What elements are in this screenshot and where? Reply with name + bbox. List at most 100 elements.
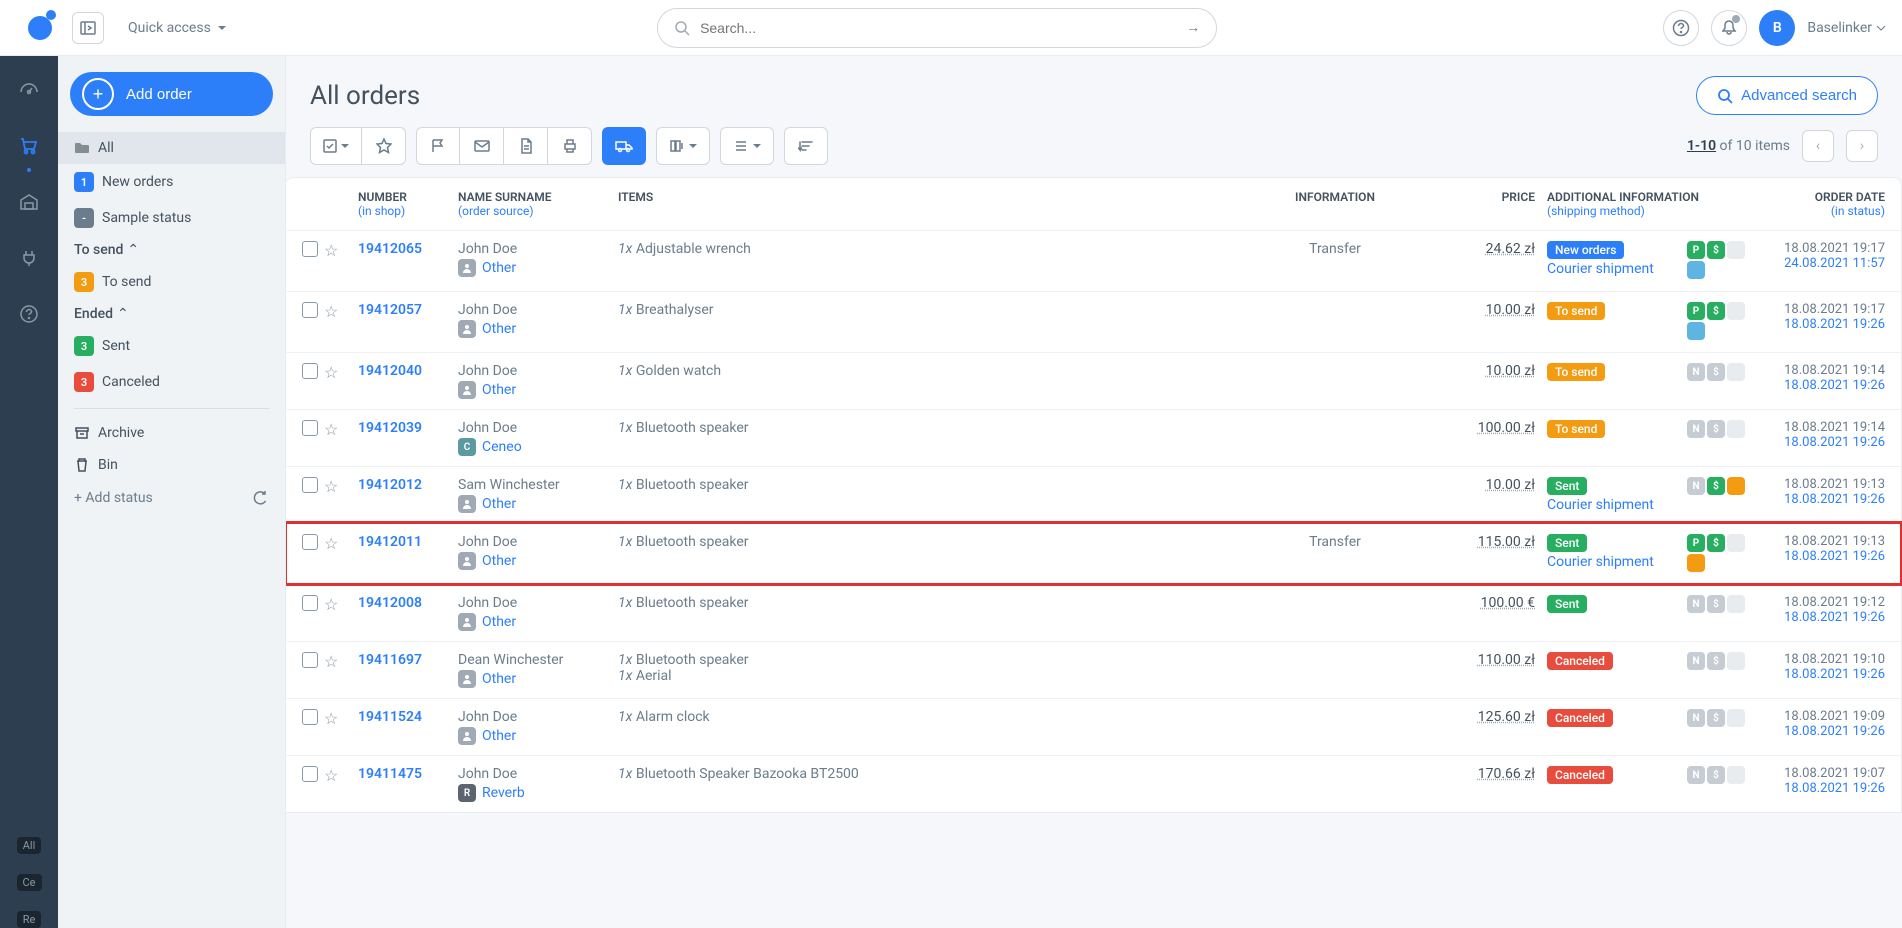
status-pill[interactable]: Sent xyxy=(1547,534,1587,552)
price-value[interactable]: 10.00 zł xyxy=(1486,477,1535,493)
order-number-link[interactable]: 19411475 xyxy=(358,766,422,782)
mail-button[interactable] xyxy=(460,127,504,165)
price-value[interactable]: 24.62 zł xyxy=(1486,241,1535,257)
order-number-link[interactable]: 19412012 xyxy=(358,477,422,493)
status-pill[interactable]: New orders xyxy=(1547,241,1624,259)
status-pill[interactable]: To send xyxy=(1547,302,1605,320)
sidebar-item[interactable]: 1New orders xyxy=(58,164,285,200)
search-box[interactable]: → xyxy=(657,8,1217,48)
table-row[interactable]: ☆ 19412008 John DoeOther 1x Bluetooth sp… xyxy=(286,584,1901,641)
row-star[interactable]: ☆ xyxy=(324,766,338,785)
row-checkbox[interactable] xyxy=(302,709,318,725)
source-link[interactable]: Other xyxy=(482,553,516,569)
source-link[interactable]: Reverb xyxy=(482,785,525,801)
rail-orders[interactable] xyxy=(11,128,47,164)
shipping-link[interactable]: Courier shipment xyxy=(1547,261,1654,277)
row-checkbox[interactable] xyxy=(302,595,318,611)
row-checkbox[interactable] xyxy=(302,534,318,550)
price-value[interactable]: 115.00 zł xyxy=(1478,534,1535,550)
star-button[interactable] xyxy=(362,127,406,165)
rail-help[interactable] xyxy=(11,296,47,332)
row-checkbox[interactable] xyxy=(302,766,318,782)
search-submit-icon[interactable]: → xyxy=(1186,19,1200,36)
row-checkbox[interactable] xyxy=(302,477,318,493)
status-date[interactable]: 18.08.2021 19:26 xyxy=(1745,667,1885,682)
status-pill[interactable]: Canceled xyxy=(1547,709,1613,727)
row-star[interactable]: ☆ xyxy=(324,363,338,382)
source-link[interactable]: Other xyxy=(482,321,516,337)
page-range[interactable]: 1-10 xyxy=(1687,138,1716,154)
status-pill[interactable]: Sent xyxy=(1547,595,1587,613)
order-number-link[interactable]: 19412008 xyxy=(358,595,422,611)
panel-toggle-button[interactable] xyxy=(72,12,104,44)
th-number[interactable]: NUMBER xyxy=(358,190,458,204)
sidebar-archive[interactable]: Archive xyxy=(58,417,285,449)
price-value[interactable]: 100.00 zł xyxy=(1478,420,1535,436)
price-value[interactable]: 125.60 zł xyxy=(1478,709,1535,725)
row-star[interactable]: ☆ xyxy=(324,652,338,671)
select-menu-button[interactable] xyxy=(310,127,362,165)
status-date[interactable]: 18.08.2021 19:26 xyxy=(1745,781,1885,796)
rail-warehouse[interactable] xyxy=(11,184,47,220)
row-star[interactable]: ☆ xyxy=(324,420,338,439)
status-date[interactable]: 18.08.2021 19:26 xyxy=(1745,492,1885,507)
columns-button[interactable] xyxy=(656,127,710,165)
row-checkbox[interactable] xyxy=(302,241,318,257)
flag-button[interactable] xyxy=(416,127,460,165)
order-number-link[interactable]: 19411524 xyxy=(358,709,422,725)
shipping-link[interactable]: Courier shipment xyxy=(1547,554,1654,570)
source-link[interactable]: Other xyxy=(482,671,516,687)
table-wrap[interactable]: NUMBER(in shop) NAME SURNAME(order sourc… xyxy=(286,177,1902,928)
order-number-link[interactable]: 19412039 xyxy=(358,420,422,436)
shipping-link[interactable]: Courier shipment xyxy=(1547,497,1654,513)
rail-filter-all[interactable]: All xyxy=(17,837,42,854)
notifications-button[interactable] xyxy=(1711,10,1747,46)
status-date[interactable]: 24.08.2021 11:57 xyxy=(1745,256,1885,271)
price-value[interactable]: 10.00 zł xyxy=(1486,363,1535,379)
sidebar-bin[interactable]: Bin xyxy=(58,449,285,481)
rail-filter-ce[interactable]: Ce xyxy=(17,874,42,891)
source-link[interactable]: Ceneo xyxy=(482,439,522,455)
sidebar-tosend[interactable]: 3 To send xyxy=(58,264,285,300)
refresh-icon[interactable] xyxy=(251,489,269,507)
table-row[interactable]: ☆ 19411524 John DoeOther 1x Alarm clock … xyxy=(286,698,1901,755)
price-value[interactable]: 10.00 zł xyxy=(1486,302,1535,318)
row-star[interactable]: ☆ xyxy=(324,241,338,260)
table-row[interactable]: ☆ 19412039 John DoeCCeneo 1x Bluetooth s… xyxy=(286,409,1901,466)
logo[interactable] xyxy=(16,16,64,40)
search-input[interactable] xyxy=(700,20,1186,36)
row-checkbox[interactable] xyxy=(302,363,318,379)
sort-button[interactable] xyxy=(784,127,828,165)
th-addl[interactable]: ADDITIONAL INFORMATION xyxy=(1547,190,1745,204)
sidebar-group-ended[interactable]: Ended⌃ xyxy=(58,300,285,328)
price-value[interactable]: 100.00 € xyxy=(1481,595,1535,611)
order-number-link[interactable]: 19412065 xyxy=(358,241,422,257)
status-pill[interactable]: Sent xyxy=(1547,477,1587,495)
status-pill[interactable]: To send xyxy=(1547,363,1605,381)
sidebar-item[interactable]: -Sample status xyxy=(58,200,285,236)
list-menu-button[interactable] xyxy=(720,127,774,165)
order-number-link[interactable]: 19412057 xyxy=(358,302,422,318)
sidebar-all[interactable]: All xyxy=(58,132,285,164)
order-number-link[interactable]: 19411697 xyxy=(358,652,422,668)
row-star[interactable]: ☆ xyxy=(324,534,338,553)
user-menu[interactable]: Baselinker xyxy=(1807,20,1886,36)
order-number-link[interactable]: 19412011 xyxy=(358,534,422,550)
rail-dashboard[interactable] xyxy=(11,72,47,108)
row-star[interactable]: ☆ xyxy=(324,595,338,614)
status-pill[interactable]: Canceled xyxy=(1547,766,1613,784)
table-row[interactable]: ☆ 19412011 John DoeOther 1x Bluetooth sp… xyxy=(286,523,1901,584)
row-star[interactable]: ☆ xyxy=(324,709,338,728)
source-link[interactable]: Other xyxy=(482,728,516,744)
status-date[interactable]: 18.08.2021 19:26 xyxy=(1745,549,1885,564)
row-checkbox[interactable] xyxy=(302,652,318,668)
status-date[interactable]: 18.08.2021 19:26 xyxy=(1745,724,1885,739)
sidebar-item[interactable]: 3Canceled xyxy=(58,364,285,400)
document-button[interactable] xyxy=(504,127,548,165)
next-page-button[interactable]: › xyxy=(1846,130,1878,162)
source-link[interactable]: Other xyxy=(482,614,516,630)
th-date[interactable]: ORDER DATE xyxy=(1745,190,1885,204)
status-pill[interactable]: To send xyxy=(1547,420,1605,438)
rail-integrations[interactable] xyxy=(11,240,47,276)
quick-access-menu[interactable]: Quick access xyxy=(128,20,227,36)
